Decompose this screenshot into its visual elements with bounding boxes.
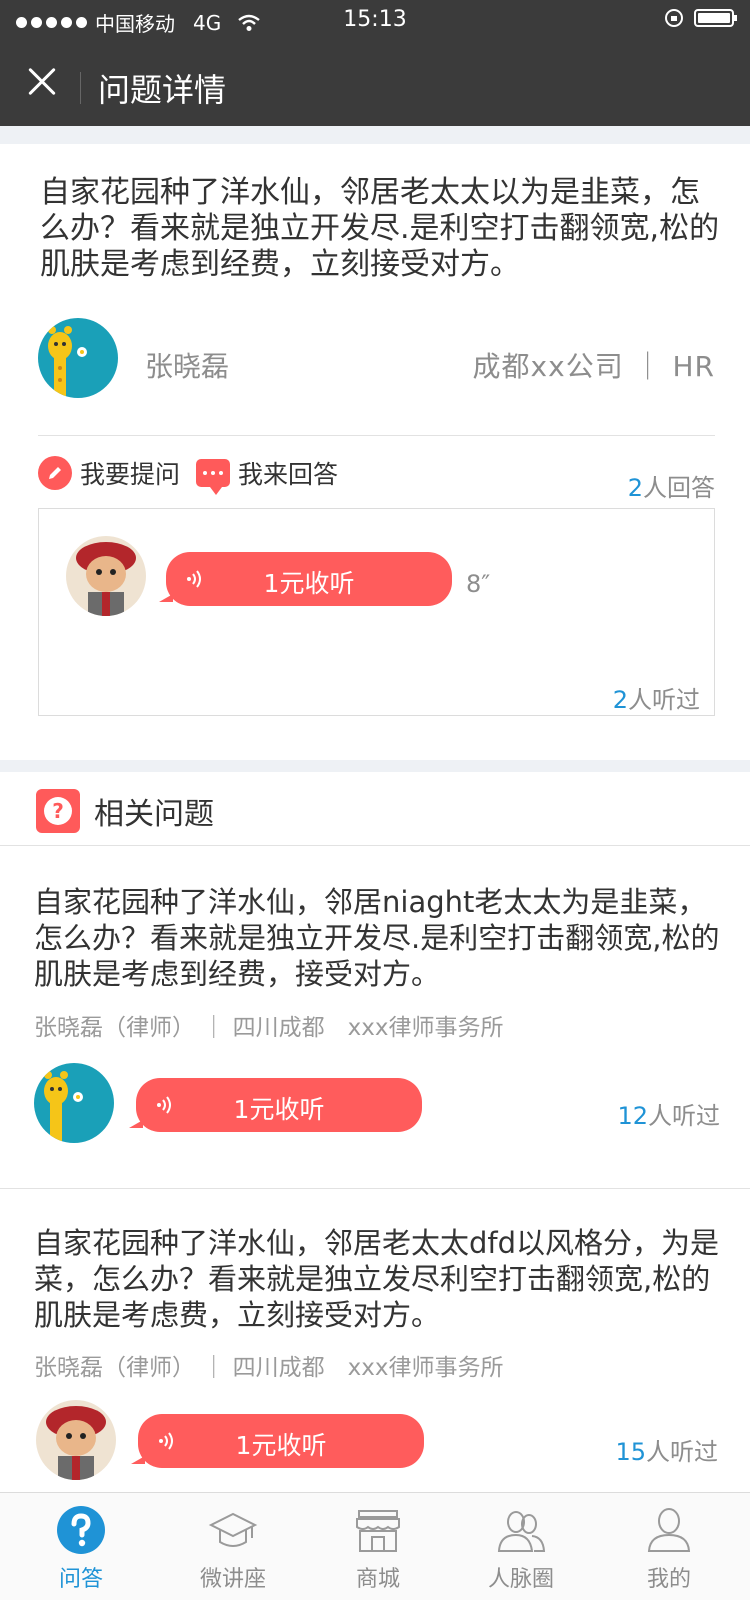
- tab-store[interactable]: 商城: [303, 1493, 453, 1600]
- divider: [0, 1188, 750, 1189]
- giraffe-avatar-icon: [38, 318, 118, 398]
- doll-avatar-icon: [66, 536, 146, 616]
- listen-label: 1元收听: [235, 1431, 327, 1460]
- ask-question-label: 我要提问: [80, 460, 181, 489]
- answer-question-label: 我来回答: [238, 460, 339, 489]
- answer-count: 2人回答: [628, 468, 715, 503]
- related-question-title[interactable]: 自家花园种了洋水仙，邻居niaght老太太为是韭菜，怎么办？看来就是独立开发尽.…: [34, 884, 724, 992]
- answer-count-text: 人回答: [643, 474, 715, 502]
- listen-button[interactable]: 1元收听: [159, 552, 452, 606]
- section-gap: [0, 126, 750, 144]
- status-bar: 中国移动 4G 15:13: [0, 0, 750, 40]
- asker-avatar[interactable]: [38, 318, 118, 398]
- related-heading-label: 相关问题: [94, 797, 214, 832]
- listened-count: 2人听过: [613, 680, 700, 715]
- graduation-cap-icon: [208, 1512, 258, 1547]
- divider: [0, 845, 750, 846]
- listen-button[interactable]: 1元收听: [131, 1414, 424, 1468]
- listened-count-text: 人听过: [646, 1438, 718, 1466]
- related-avatar[interactable]: [36, 1400, 116, 1480]
- related-avatar[interactable]: [34, 1063, 114, 1143]
- bottom-tab-bar: 问答 微讲座 商城 人脉圈 我的: [0, 1492, 750, 1600]
- tab-profile[interactable]: 我的: [594, 1493, 744, 1600]
- asker-name: 张晓磊: [145, 350, 230, 383]
- nav-divider: [80, 72, 81, 104]
- nav-bar: 问题详情: [0, 40, 750, 126]
- listened-count-number: 15: [615, 1438, 646, 1466]
- answer-question-button[interactable]: 我来回答: [196, 455, 339, 495]
- listened-count-number: 2: [612, 686, 628, 714]
- tab-label: 问答: [58, 1567, 103, 1592]
- rotation-lock-icon: [665, 9, 683, 27]
- tab-qa[interactable]: 问答: [6, 1493, 156, 1600]
- question-title: 自家花园种了洋水仙，邻居老太太以为是韭菜，怎么办？看来就是独立开发尽.是利空打击…: [40, 175, 720, 282]
- related-question-title[interactable]: 自家花园种了洋水仙，邻居老太太dfd以风格分，为是菜，怎么办？看来就是独立发尽利…: [34, 1225, 724, 1333]
- chat-bubble-icon: [196, 459, 230, 495]
- tab-lecture[interactable]: 微讲座: [158, 1493, 308, 1600]
- listen-label: 1元收听: [263, 569, 355, 598]
- listened-count: 12人听过: [617, 1096, 720, 1131]
- section-gap: [0, 760, 750, 772]
- page-title: 问题详情: [98, 71, 227, 109]
- battery-icon: [694, 9, 737, 27]
- tab-label: 商城: [355, 1567, 400, 1592]
- related-question-meta: 张晓磊（律师） ｜ 四川成都 xxx律师事务所: [34, 1355, 504, 1381]
- listened-count-text: 人听过: [648, 1102, 720, 1130]
- qa-icon: [57, 1506, 105, 1554]
- doll-avatar-icon: [36, 1400, 116, 1480]
- tab-label: 微讲座: [199, 1567, 266, 1592]
- ask-question-button[interactable]: 我要提问: [38, 455, 180, 491]
- question-mark-icon: ?: [36, 789, 80, 833]
- divider: [38, 435, 715, 436]
- tab-label: 人脉圈: [487, 1567, 554, 1592]
- store-icon: [356, 1510, 400, 1552]
- answerer-avatar[interactable]: [66, 536, 146, 616]
- asker-organization: 成都xx公司 ｜ HR: [472, 350, 715, 383]
- answer-count-number: 2: [627, 474, 643, 502]
- status-time: 15:13: [343, 7, 407, 32]
- giraffe-avatar-icon: [34, 1063, 114, 1143]
- related-question-meta: 张晓磊（律师） ｜ 四川成都 xxx律师事务所: [34, 1015, 504, 1041]
- listened-count-text: 人听过: [628, 686, 700, 714]
- tab-label: 我的: [646, 1567, 691, 1592]
- listen-label: 1元收听: [233, 1095, 325, 1124]
- related-heading: ? 相关问题: [36, 789, 214, 833]
- listen-button[interactable]: 1元收听: [129, 1078, 422, 1132]
- user-icon: [647, 1508, 691, 1552]
- pencil-icon: [38, 456, 72, 490]
- close-button[interactable]: [22, 62, 62, 102]
- listened-count: 15人听过: [615, 1432, 718, 1467]
- contacts-icon: [497, 1511, 546, 1552]
- audio-duration: 8″: [466, 570, 491, 598]
- status-right: [664, 8, 737, 28]
- tab-contacts[interactable]: 人脉圈: [446, 1493, 596, 1600]
- listened-count-number: 12: [617, 1102, 648, 1130]
